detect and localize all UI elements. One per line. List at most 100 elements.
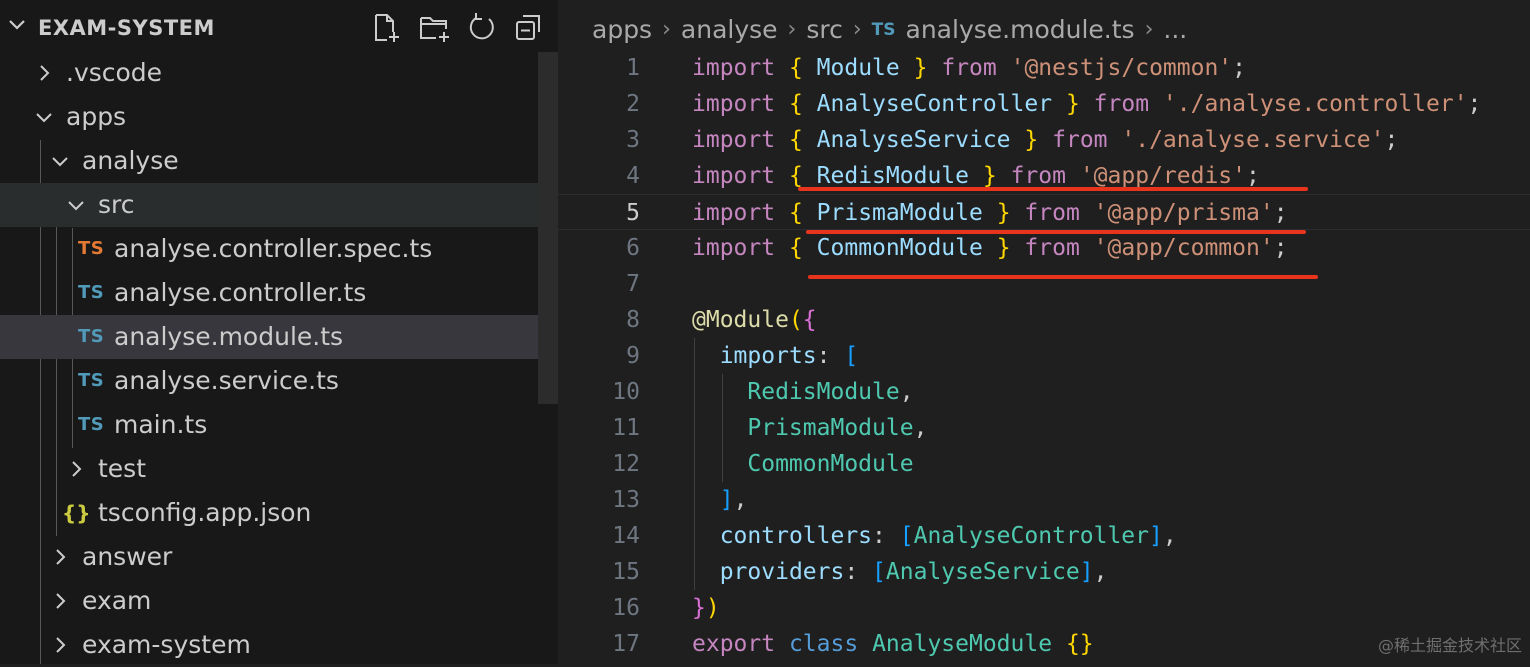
tree-folder-src[interactable]: src — [0, 183, 538, 227]
code-token: './analyse.controller' — [1162, 91, 1468, 117]
code-token: } — [1065, 91, 1080, 117]
collapse-all-icon[interactable] — [514, 12, 544, 44]
tree-folder-vscode[interactable]: .vscode — [0, 51, 538, 95]
sidebar-scrollbar[interactable] — [538, 52, 558, 404]
code-token: providers — [719, 559, 845, 585]
code-line[interactable]: 2 import { AnalyseController } from './an… — [558, 86, 1530, 122]
explorer-title: EXAM-SYSTEM — [38, 16, 215, 40]
code-line[interactable]: 10 RedisModule, — [558, 374, 1530, 410]
code-token: ; — [1273, 235, 1288, 261]
tree-folder-exam-system[interactable]: exam-system — [0, 623, 538, 667]
annotation-underline — [808, 275, 1318, 279]
breadcrumb-item[interactable]: apps — [592, 13, 652, 47]
tree-folder-exam[interactable]: exam — [0, 579, 538, 623]
chevron-right-icon — [72, 461, 82, 477]
tree-file-main[interactable]: TS main.ts — [0, 403, 538, 447]
code-token: AnalyseController — [913, 523, 1149, 549]
code-token: '@app/common' — [1093, 235, 1274, 261]
code-line[interactable]: 9 imports: [ — [558, 338, 1530, 374]
chevron-right-icon — [56, 637, 66, 653]
code-token: PrismaModule — [747, 415, 914, 441]
code-line[interactable]: 16}) — [558, 590, 1530, 626]
chevron-right-icon: › — [787, 17, 797, 42]
new-file-icon[interactable] — [370, 12, 402, 44]
code-line[interactable]: 7 — [558, 266, 1530, 302]
code-line[interactable]: 1 import { Module } from '@nestjs/common'… — [558, 50, 1530, 86]
tree-file-analyse-controller-spec[interactable]: TS analyse.controller.spec.ts — [0, 227, 538, 271]
code-line[interactable]: 12 CommonModule — [558, 446, 1530, 482]
code-token: import — [692, 235, 776, 261]
breadcrumb-more[interactable]: ... — [1163, 13, 1187, 47]
tree-folder-apps[interactable]: apps — [0, 95, 538, 139]
code-token: @Module — [692, 307, 789, 333]
refresh-icon[interactable] — [467, 12, 497, 44]
line-number: 13 — [612, 487, 640, 513]
code-line[interactable]: 13 ], — [558, 482, 1530, 518]
code-token: ; — [1246, 163, 1260, 189]
typescript-file-icon: TS — [78, 370, 105, 391]
code-line[interactable]: 8 @Module({ — [558, 302, 1530, 338]
code-line[interactable]: 6 import { CommonModule } from '@app/comm… — [558, 230, 1530, 266]
tree-folder-analyse[interactable]: analyse — [0, 139, 538, 183]
code-editor[interactable]: apps › analyse › src › TS analyse.module.ts ›...… — [558, 0, 1530, 664]
tree-item-label: analyse.controller.ts — [114, 278, 367, 307]
code-token: export — [692, 631, 776, 657]
tree-item-label: analyse.service.ts — [114, 366, 339, 395]
code-token: AnalyseModule — [872, 631, 1053, 657]
tree-file-analyse-controller[interactable]: TS analyse.controller.ts — [0, 271, 538, 315]
chevron-right-icon: › — [1144, 17, 1154, 42]
code-text: @Module({ — [692, 302, 817, 338]
tree-item-label: apps — [66, 102, 127, 131]
tree-file-tsconfig-app[interactable]: {} tsconfig.app.json — [0, 491, 538, 535]
chevron-down-icon[interactable] — [6, 14, 28, 36]
code-line[interactable]: 3 import { AnalyseService } from './analy… — [558, 122, 1530, 158]
code-token: , — [899, 379, 914, 405]
new-folder-icon[interactable] — [418, 12, 452, 44]
code-token: from — [1010, 163, 1066, 189]
code-line[interactable]: 14 controllers: [AnalyseController], — [558, 518, 1530, 554]
breadcrumb-item[interactable]: src — [806, 13, 843, 47]
code-token: } — [996, 200, 1011, 226]
tree-file-analyse-module[interactable]: TS analyse.module.ts — [0, 315, 538, 359]
breadcrumb-file[interactable]: analyse.module.ts — [906, 13, 1135, 47]
chevron-right-icon: › — [662, 17, 671, 42]
explorer-header[interactable]: EXAM-SYSTEM — [0, 0, 558, 52]
code-token: import — [692, 200, 776, 226]
explorer-sidebar: EXAM-SYSTEM .vscode apps analyse src TS … — [0, 0, 558, 664]
tree-file-analyse-service[interactable]: TS analyse.service.ts — [0, 359, 538, 403]
code-token: '@app/prisma' — [1093, 200, 1274, 226]
tree-folder-test[interactable]: test — [0, 447, 538, 491]
code-token: { — [788, 91, 803, 117]
code-line[interactable]: 11 PrismaModule, — [558, 410, 1530, 446]
code-line[interactable]: 15 providers: [AnalyseService], — [558, 554, 1530, 590]
code-text: PrismaModule, — [692, 410, 927, 446]
code-text: import { PrismaModule } from '@app/prism… — [692, 195, 1288, 231]
typescript-file-icon: TS — [871, 20, 896, 40]
code-token: , — [1093, 559, 1108, 585]
code-text: controllers: [AnalyseController], — [692, 518, 1177, 554]
code-line[interactable]: 5 import { PrismaModule } from '@app/pris… — [558, 194, 1530, 230]
chevron-right-icon — [56, 549, 66, 565]
breadcrumb-item[interactable]: analyse — [681, 13, 778, 47]
code-token: controllers — [719, 523, 873, 549]
tree-folder-answer[interactable]: answer — [0, 535, 538, 579]
line-number: 7 — [626, 271, 640, 297]
code-text: providers: [AnalyseService], — [692, 554, 1108, 590]
